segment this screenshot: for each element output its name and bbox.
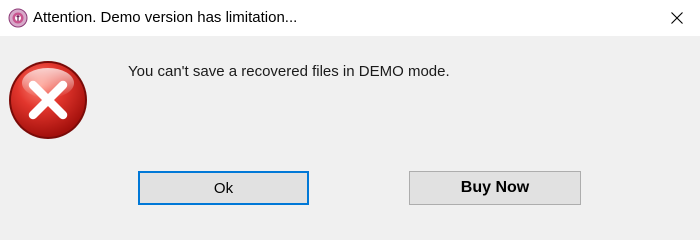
close-button[interactable] [654,0,700,36]
window-title: Attention. Demo version has limitation..… [33,9,298,26]
buy-now-button[interactable]: Buy Now [409,171,581,205]
ok-button[interactable]: Ok [138,171,309,205]
title-bar: Attention. Demo version has limitation..… [0,0,700,36]
app-disc-icon [8,8,28,28]
error-icon [7,59,89,141]
close-icon [671,12,683,24]
dialog-window: Attention. Demo version has limitation..… [0,0,700,225]
dialog-message: You can't save a recovered files in DEMO… [128,63,450,80]
